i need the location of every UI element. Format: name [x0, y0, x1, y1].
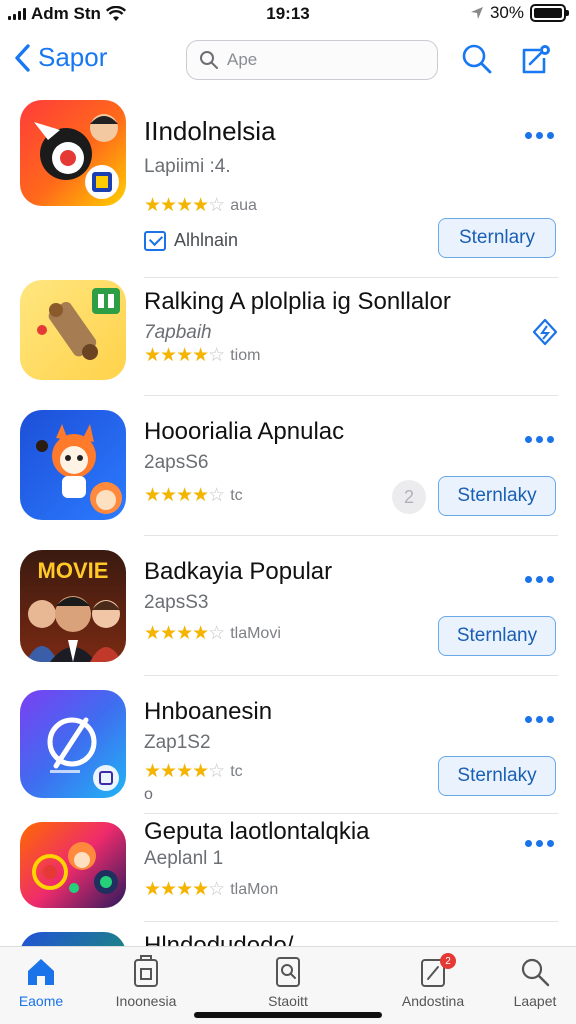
tab-home[interactable]: Eaome	[0, 955, 96, 1009]
app-icon	[20, 280, 126, 380]
list-item[interactable]: Geputa laotlontalqkia Aeplanl 1 ★★★★☆ tl…	[0, 814, 576, 922]
app-title: Ralking A plolplia ig Sonllalor	[144, 288, 451, 315]
battery-percent: 30%	[489, 3, 524, 22]
more-button[interactable]	[525, 716, 554, 723]
app-subtitle: Zap1S2	[144, 732, 211, 753]
search-field[interactable]	[186, 40, 438, 80]
app-icon	[20, 410, 126, 520]
app-subtitle: 2apsS6	[144, 452, 209, 473]
app-rating: ★★★★☆ tc	[144, 760, 243, 783]
app-rating: ★★★★☆ tc	[144, 484, 243, 507]
app-title: IIndolnelsia	[144, 116, 276, 146]
checkbox-icon	[144, 230, 166, 251]
app-title: Hnboanesin	[144, 698, 273, 725]
app-icon	[20, 100, 126, 206]
home-indicator	[194, 1012, 382, 1018]
app-icon-logo: MOVIE	[38, 558, 109, 583]
more-button[interactable]	[525, 840, 554, 847]
tab-updates[interactable]: 2 Andostina	[378, 953, 488, 1009]
app-subtitle: 7apbaih	[144, 322, 212, 343]
app-rating: ★★★★☆ tiom	[144, 344, 260, 367]
rating-label: tlaMovi	[230, 624, 281, 642]
app-subtitle: 2apsS3	[144, 592, 209, 613]
tab-label: Inoonesia	[115, 993, 177, 1009]
verified-line: Alhlnain	[144, 230, 238, 251]
verified-label: Alhlnain	[174, 230, 239, 250]
search-icon	[200, 51, 218, 69]
app-icon	[20, 932, 126, 946]
notification-badge: 2	[440, 953, 456, 969]
status-bar: Adm Stn 19:13 30%	[0, 0, 576, 30]
location-arrow-icon	[470, 7, 483, 19]
rating-label: tc	[230, 486, 243, 504]
nav-bar: Sapor	[0, 34, 576, 90]
status-right: 30%	[470, 3, 569, 23]
search-input[interactable]	[227, 50, 417, 70]
list-item[interactable]: Hlndodudodo/	[0, 922, 576, 946]
rating-label: tlaMon	[230, 880, 279, 898]
rating-label: tc	[230, 762, 243, 780]
rating-stars: ★★★★☆	[144, 195, 225, 216]
app-title: Hooorialia Apnulac	[144, 418, 345, 445]
more-button[interactable]	[525, 436, 554, 443]
list-item[interactable]: Ralking A plolplia ig Sonllalor 7apbaih …	[0, 278, 576, 396]
tab-bar: Eaome Inoonesia Staoitt 2 Andostina Laap…	[0, 946, 576, 1024]
app-icon	[20, 690, 126, 798]
rating-label: tiom	[230, 346, 261, 364]
get-button[interactable]: Sternlaky	[438, 476, 556, 516]
rating-stars: ★★★★☆	[144, 345, 225, 366]
tab-search[interactable]: Laapet	[480, 955, 576, 1009]
list-item[interactable]: MOVIE Badkayia Popular 2apsS3 ★★★★☆ tlaM…	[0, 536, 576, 676]
progress-indicator: 2	[392, 480, 426, 514]
get-button[interactable]: Sternlary	[438, 218, 556, 258]
app-icon: MOVIE	[20, 550, 126, 662]
rating-stars: ★★★★☆	[144, 485, 225, 506]
rating-label: aua	[230, 196, 257, 214]
app-subtitle: Lapiimi :4.	[144, 156, 231, 177]
rating-stars: ★★★★☆	[144, 761, 225, 782]
get-button[interactable]: Sternlany	[438, 616, 556, 656]
tab-search-doc[interactable]: Staoitt	[233, 955, 343, 1009]
list-item[interactable]: IIndolnelsia Lapiimi :4. ★★★★☆ aua Alhln…	[0, 90, 576, 278]
apps-icon	[134, 955, 158, 987]
rating-stars: ★★★★☆	[144, 623, 225, 644]
chevron-left-icon	[15, 43, 30, 72]
app-rating: ★★★★☆ tlaMon	[144, 878, 278, 901]
more-button[interactable]	[525, 132, 554, 139]
download-status-icon[interactable]	[532, 318, 558, 346]
rating-stars: ★★★★☆	[144, 879, 225, 900]
search-icon	[521, 958, 550, 987]
app-icon	[20, 822, 126, 908]
app-rating: ★★★★☆ aua	[144, 194, 257, 217]
app-title: Badkayia Popular	[144, 558, 333, 585]
battery-icon	[530, 4, 569, 22]
list-item[interactable]: Hnboanesin Zap1S2 ★★★★☆ tc o Sternlaky	[0, 676, 576, 814]
back-button[interactable]: Sapor	[12, 42, 107, 73]
more-button[interactable]	[525, 576, 554, 583]
home-icon	[28, 959, 54, 985]
get-button[interactable]: Sternlaky	[438, 756, 556, 796]
list-item[interactable]: Hooorialia Apnulac 2apsS6 ★★★★☆ tc 2 Ste…	[0, 396, 576, 536]
compose-icon[interactable]	[518, 42, 552, 76]
tab-label: Eaome	[18, 993, 64, 1009]
back-label: Sapor	[38, 42, 108, 72]
app-rating: ★★★★☆ tlaMovi	[144, 622, 281, 645]
tab-label: Staoitt	[268, 993, 308, 1009]
tab-label: Laapet	[513, 993, 557, 1009]
search-button-icon[interactable]	[460, 42, 494, 76]
tab-apps[interactable]: Inoonesia	[91, 955, 201, 1009]
search-doc-icon	[276, 957, 300, 987]
app-title: Geputa laotlontalqkia	[144, 818, 370, 845]
tab-label: Andostina	[401, 993, 465, 1009]
app-extra: o	[144, 786, 153, 803]
app-subtitle: Aeplanl 1	[144, 848, 224, 869]
app-title: Hlndodudodo/	[144, 932, 294, 946]
